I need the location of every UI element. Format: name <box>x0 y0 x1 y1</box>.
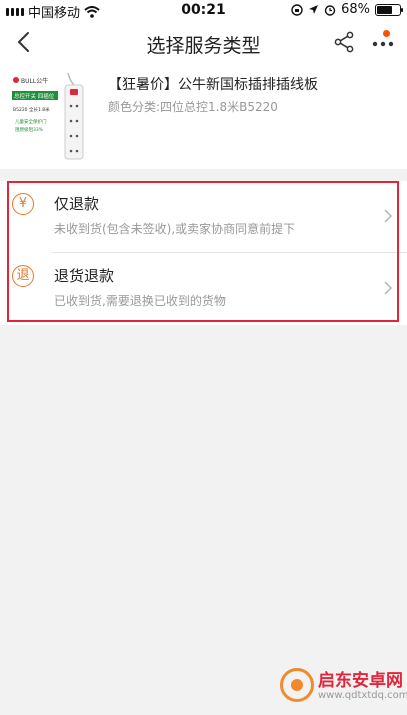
location-icon <box>309 5 319 14</box>
status-bar: 中国移动 00:21 68% <box>0 0 407 21</box>
watermark-logo-icon <box>280 668 314 702</box>
rotation-lock-icon <box>291 3 303 16</box>
product-image: BULL公牛 总控开关 四插位 B5220 全长1.8米 儿童安全保护门 阻燃极… <box>10 71 98 161</box>
thumb-feature-2: 阻燃极阻33% <box>15 126 44 133</box>
product-title: 【狂暑价】公牛新国标插排插线板 <box>108 77 318 93</box>
battery-percent: 68% <box>341 2 370 17</box>
return-icon: 退 <box>12 265 34 287</box>
nav-bar: 选择服务类型 <box>0 20 407 65</box>
option-description: 未收到货(包含未签收),或卖家协商同意前提下 <box>54 222 296 236</box>
notification-dot <box>383 30 390 37</box>
option-refund-only[interactable]: ¥ 仅退款 未收到货(包含未签收),或卖家协商同意前提下 <box>0 181 407 253</box>
watermark: 启东安卓网 www.qdtxtdq.com <box>280 662 407 708</box>
alarm-icon <box>324 4 336 16</box>
thumb-model: B5220 全长1.8米 <box>13 106 50 113</box>
option-title: 退货退款 <box>54 267 115 285</box>
product-card[interactable]: BULL公牛 总控开关 四插位 B5220 全长1.8米 儿童安全保护门 阻燃极… <box>0 65 407 169</box>
product-thumbnail: BULL公牛 总控开关 四插位 B5220 全长1.8米 儿童安全保护门 阻燃极… <box>10 71 98 161</box>
thumb-brand: BULL公牛 <box>21 77 48 85</box>
status-right: 68% <box>291 2 403 17</box>
more-button[interactable] <box>370 30 396 54</box>
watermark-url: www.qdtxtdq.com <box>318 690 407 701</box>
battery-fill <box>377 5 392 14</box>
option-title: 仅退款 <box>54 195 100 213</box>
thumb-badge: 总控开关 四插位 <box>14 92 55 100</box>
option-return-refund[interactable]: 退 退货退款 已收到货,需要退换已收到的货物 <box>0 253 407 325</box>
chevron-right-icon <box>384 281 393 295</box>
option-description: 已收到货,需要退换已收到的货物 <box>54 294 226 308</box>
watermark-title: 启东安卓网 <box>318 671 403 691</box>
battery-icon <box>375 3 403 16</box>
chevron-right-icon <box>384 209 393 223</box>
share-icon[interactable] <box>332 30 356 54</box>
service-options: ¥ 仅退款 未收到货(包含未签收),或卖家协商同意前提下 退 退货退款 已收到货… <box>0 181 407 325</box>
product-sku: 颜色分类:四位总控1.8米B5220 <box>108 100 278 114</box>
refund-icon: ¥ <box>12 193 34 215</box>
thumb-feature-1: 儿童安全保护门 <box>15 118 47 125</box>
